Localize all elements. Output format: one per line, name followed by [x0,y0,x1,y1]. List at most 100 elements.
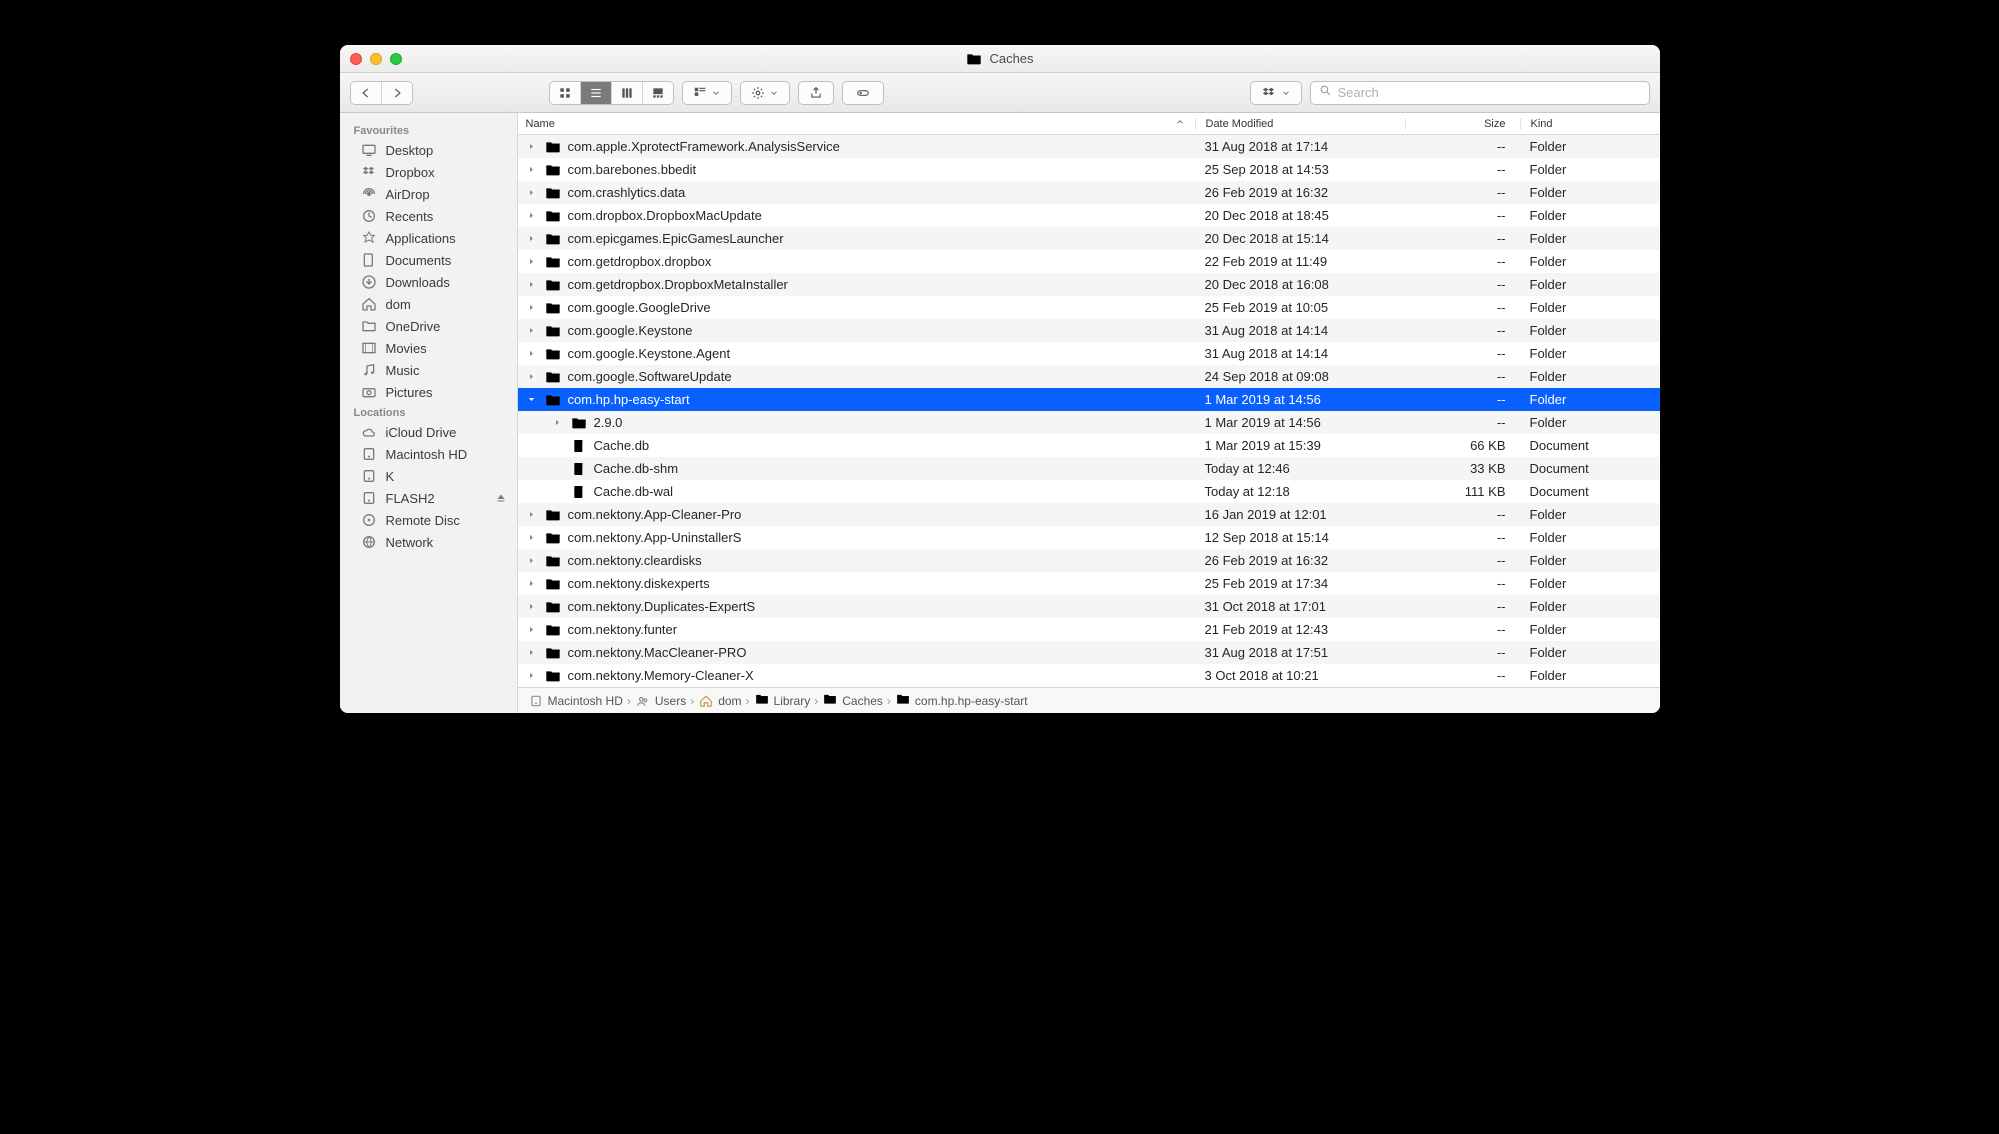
table-row[interactable]: com.getdropbox.DropboxMetaInstaller20 De… [518,273,1660,296]
table-row[interactable]: com.google.SoftwareUpdate24 Sep 2018 at … [518,365,1660,388]
eject-icon[interactable] [495,492,507,504]
sidebar-item-icloud-drive[interactable]: iCloud Drive [340,421,517,443]
sidebar-item-network[interactable]: Network [340,531,517,553]
sidebar-item-airdrop[interactable]: AirDrop [340,183,517,205]
forward-button[interactable] [382,82,412,104]
table-row[interactable]: com.getdropbox.dropbox22 Feb 2019 at 11:… [518,250,1660,273]
sidebar-item-dropbox[interactable]: Dropbox [340,161,517,183]
table-row[interactable]: com.apple.XprotectFramework.AnalysisServ… [518,135,1660,158]
sidebar-item-music[interactable]: Music [340,359,517,381]
chevron-right-icon[interactable] [552,417,564,429]
chevron-right-icon[interactable] [526,279,538,291]
table-row[interactable]: com.dropbox.DropboxMacUpdate20 Dec 2018 … [518,204,1660,227]
close-button[interactable] [350,53,362,65]
table-row[interactable]: com.hp.hp-easy-start1 Mar 2019 at 14:56-… [518,388,1660,411]
action-menu-button[interactable] [740,81,790,105]
table-row[interactable]: Cache.db1 Mar 2019 at 15:3966 KBDocument [518,434,1660,457]
minimize-button[interactable] [370,53,382,65]
sidebar-item-dom[interactable]: dom [340,293,517,315]
path-segment[interactable]: Caches [822,693,883,709]
search-box[interactable] [1310,81,1650,105]
file-list[interactable]: com.apple.XprotectFramework.AnalysisServ… [518,135,1660,687]
table-row[interactable]: com.nektony.funter21 Feb 2019 at 12:43--… [518,618,1660,641]
sidebar-item-recents[interactable]: Recents [340,205,517,227]
cell-size: -- [1405,553,1520,568]
chevron-right-icon[interactable] [526,647,538,659]
table-row[interactable]: com.nektony.App-Cleaner-Pro16 Jan 2019 a… [518,503,1660,526]
sidebar-item-k[interactable]: K [340,465,517,487]
table-row[interactable]: com.crashlytics.data26 Feb 2019 at 16:32… [518,181,1660,204]
table-row[interactable]: com.nektony.diskexperts25 Feb 2019 at 17… [518,572,1660,595]
group-by-button[interactable] [682,81,732,105]
table-row[interactable]: com.google.Keystone.Agent31 Aug 2018 at … [518,342,1660,365]
chevron-right-icon[interactable] [526,141,538,153]
table-row[interactable]: com.barebones.bbedit25 Sep 2018 at 14:53… [518,158,1660,181]
back-button[interactable] [351,82,382,104]
chevron-right-icon[interactable] [526,302,538,314]
column-name[interactable]: Name [518,117,1195,130]
path-segment[interactable]: com.hp.hp-easy-start [895,693,1028,709]
table-row[interactable]: com.nektony.cleardisks26 Feb 2019 at 16:… [518,549,1660,572]
chevron-right-icon[interactable] [526,509,538,521]
icon-view-button[interactable] [550,82,581,104]
cell-size: -- [1405,599,1520,614]
path-segment[interactable]: Users [635,693,686,709]
path-segment-label: Users [655,694,686,708]
chevron-right-icon[interactable] [526,624,538,636]
sidebar-item-flash2[interactable]: FLASH2 [340,487,517,509]
chevron-right-icon[interactable] [526,164,538,176]
chevron-right-icon[interactable] [526,187,538,199]
sidebar-item-label: AirDrop [386,187,430,202]
sidebar-item-downloads[interactable]: Downloads [340,271,517,293]
share-button[interactable] [798,81,834,105]
sidebar-item-label: Network [386,535,434,550]
sidebar-item-applications[interactable]: Applications [340,227,517,249]
sidebar-item-macintosh-hd[interactable]: Macintosh HD [340,443,517,465]
sidebar-item-pictures[interactable]: Pictures [340,381,517,403]
sidebar[interactable]: FavouritesDesktopDropboxAirDropRecentsAp… [340,113,518,713]
sidebar-item-desktop[interactable]: Desktop [340,139,517,161]
chevron-right-icon[interactable] [526,578,538,590]
sidebar-item-documents[interactable]: Documents [340,249,517,271]
edit-tags-button[interactable] [842,81,884,105]
folder-icon [544,207,562,225]
chevron-right-icon[interactable] [526,670,538,682]
table-row[interactable]: com.nektony.Duplicates-ExpertS31 Oct 201… [518,595,1660,618]
column-kind[interactable]: Kind [1520,118,1660,130]
chevron-right-icon[interactable] [526,325,538,337]
list-view-button[interactable] [581,82,612,104]
sidebar-item-remote-disc[interactable]: Remote Disc [340,509,517,531]
path-segment[interactable]: Library [754,693,811,709]
column-size[interactable]: Size [1405,118,1520,130]
table-row[interactable]: com.google.GoogleDrive25 Feb 2019 at 10:… [518,296,1660,319]
table-row[interactable]: com.nektony.Memory-Cleaner-X3 Oct 2018 a… [518,664,1660,687]
chevron-right-icon[interactable] [526,233,538,245]
chevron-right-icon[interactable] [526,256,538,268]
table-row[interactable]: com.google.Keystone31 Aug 2018 at 14:14-… [518,319,1660,342]
chevron-right-icon[interactable] [526,532,538,544]
column-date[interactable]: Date Modified [1195,118,1405,130]
gallery-view-button[interactable] [643,82,673,104]
table-row[interactable]: Cache.db-shmToday at 12:4633 KBDocument [518,457,1660,480]
table-row[interactable]: com.epicgames.EpicGamesLauncher20 Dec 20… [518,227,1660,250]
file-name: com.google.SoftwareUpdate [568,369,732,384]
chevron-down-icon[interactable] [526,394,538,406]
search-input[interactable] [1338,85,1641,100]
path-segment[interactable]: Macintosh HD [528,693,623,709]
dropbox-button[interactable] [1250,81,1302,105]
column-view-button[interactable] [612,82,643,104]
chevron-right-icon[interactable] [526,348,538,360]
table-row[interactable]: com.nektony.App-UninstallerS12 Sep 2018 … [518,526,1660,549]
table-row[interactable]: com.nektony.MacCleaner-PRO31 Aug 2018 at… [518,641,1660,664]
chevron-right-icon[interactable] [526,210,538,222]
table-row[interactable]: Cache.db-walToday at 12:18111 KBDocument [518,480,1660,503]
table-row[interactable]: 2.9.01 Mar 2019 at 14:56--Folder [518,411,1660,434]
chevron-right-icon[interactable] [526,371,538,383]
sidebar-item-onedrive[interactable]: OneDrive [340,315,517,337]
path-segment[interactable]: dom [698,693,741,709]
zoom-button[interactable] [390,53,402,65]
cell-size: -- [1405,277,1520,292]
chevron-right-icon[interactable] [526,601,538,613]
chevron-right-icon[interactable] [526,555,538,567]
sidebar-item-movies[interactable]: Movies [340,337,517,359]
